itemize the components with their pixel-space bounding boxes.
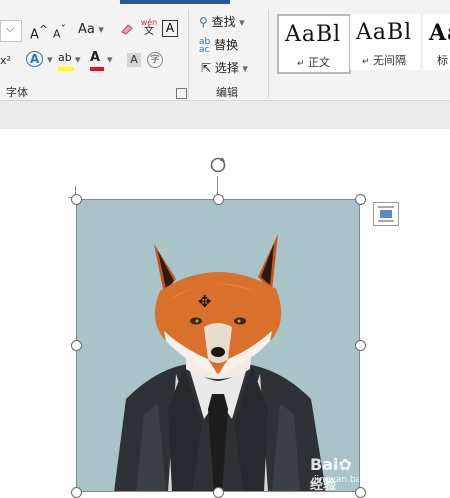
change-case-button[interactable]: Aa ▾ bbox=[78, 22, 104, 38]
font-group-label: 字体 bbox=[6, 86, 28, 99]
grow-font-button[interactable]: A^ bbox=[30, 22, 48, 43]
superscript-button[interactable]: x² bbox=[0, 53, 11, 69]
move-cursor-icon: ✥ bbox=[198, 292, 212, 311]
enclose-char-button[interactable]: 字 bbox=[147, 52, 163, 68]
resize-handle-bottom-right[interactable] bbox=[355, 487, 366, 498]
resize-handle-left[interactable] bbox=[71, 340, 82, 351]
char-shading-button[interactable]: A bbox=[127, 53, 141, 67]
font-size-dropdown[interactable]: ⌵ bbox=[0, 20, 22, 42]
cursor-icon: ⇱ bbox=[201, 61, 212, 75]
replace-icon: ab ac bbox=[199, 36, 211, 55]
resize-handle-top-right[interactable] bbox=[355, 194, 366, 205]
style-normal[interactable]: AaBl ↵ 正文 bbox=[277, 14, 351, 74]
phonetic-guide-button[interactable]: wén 文 bbox=[140, 18, 158, 37]
style-no-spacing[interactable]: AaBl ↵ 无间隔 bbox=[350, 14, 420, 70]
ruler-band bbox=[0, 101, 450, 129]
font-dialog-launcher[interactable] bbox=[176, 88, 187, 99]
text-effect-button[interactable]: A ▾ bbox=[26, 51, 53, 68]
resize-handle-top[interactable] bbox=[213, 194, 224, 205]
replace-button[interactable]: ab ac 替换 bbox=[199, 37, 238, 54]
style-heading[interactable]: Aa 标 bbox=[423, 14, 450, 70]
resize-handle-bottom-left[interactable] bbox=[71, 487, 82, 498]
title-accent bbox=[0, 0, 450, 4]
edit-group-label: 编辑 bbox=[216, 86, 238, 99]
find-button[interactable]: ⚲ 查找 ▾ bbox=[199, 14, 245, 31]
selection-border bbox=[76, 199, 360, 492]
ribbon: ⌵ A^ Aˇ Aa ▾ wén 文 A x² A ▾ ab ▾ A ▾ A 字… bbox=[0, 0, 450, 101]
highlight-button[interactable]: ab ▾ bbox=[58, 50, 81, 71]
char-border-button[interactable]: A bbox=[162, 20, 178, 37]
rotate-handle-icon[interactable] bbox=[208, 155, 228, 175]
group-separator bbox=[188, 10, 189, 98]
layout-options-icon bbox=[378, 206, 394, 222]
chevron-down-icon: ⌵ bbox=[6, 22, 15, 35]
resize-handle-bottom[interactable] bbox=[213, 487, 224, 498]
clear-format-icon[interactable] bbox=[120, 21, 134, 35]
shrink-font-button[interactable]: Aˇ bbox=[53, 22, 66, 43]
font-color-button[interactable]: A ▾ bbox=[90, 50, 113, 71]
resize-handle-right[interactable] bbox=[355, 340, 366, 351]
layout-options-button[interactable] bbox=[373, 202, 399, 226]
search-icon: ⚲ bbox=[199, 15, 208, 29]
select-button[interactable]: ⇱ 选择 ▾ bbox=[201, 60, 248, 77]
resize-handle-top-left[interactable] bbox=[71, 194, 82, 205]
group-separator bbox=[268, 10, 269, 98]
